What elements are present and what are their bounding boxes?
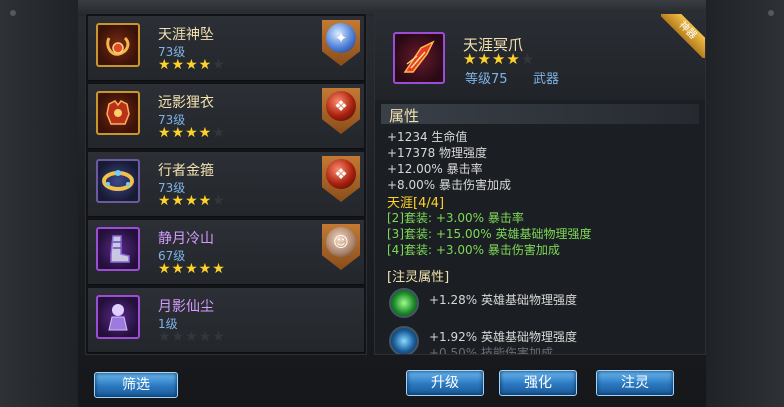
item-name: 行者金箍 xyxy=(158,163,214,179)
left-frame xyxy=(0,0,78,407)
hero-portrait-icon: ☺ xyxy=(326,227,356,257)
item-stars: ★★★★★ xyxy=(158,57,226,73)
gem-socket[interactable]: ❖ xyxy=(322,156,360,202)
list-item[interactable]: 远影狸衣 73级 ★★★★★ ❖ xyxy=(88,84,364,149)
item-name: 远影狸衣 xyxy=(158,95,214,111)
item-stars: ★★★★★ xyxy=(158,125,226,141)
list-item[interactable]: 月影仙尘 1级 ★★★★★ xyxy=(88,288,364,353)
item-level: 等级75 xyxy=(465,72,508,87)
figure-icon xyxy=(96,295,140,339)
attribute-line: +17378 物理强度 xyxy=(387,146,488,160)
blue-soul-gem-icon xyxy=(389,326,419,354)
set-bonus: [3]套装: +15.00% 英雄基础物理强度 xyxy=(387,227,592,241)
rarity-badge-label: 神器 xyxy=(661,14,705,58)
red-gem-icon: ❖ xyxy=(326,91,356,121)
item-name: 静月冷山 xyxy=(158,231,214,247)
green-soul-gem-icon xyxy=(389,288,419,318)
list-item[interactable]: 行者金箍 73级 ★★★★★ ❖ xyxy=(88,152,364,217)
attribute-line: +8.00% 暴击伤害加成 xyxy=(387,178,511,192)
attributes-title: 属性 xyxy=(389,107,420,125)
rivet xyxy=(10,10,16,16)
list-item[interactable]: 静月冷山 67级 ★★★★★ ☺ xyxy=(88,220,364,285)
filter-button[interactable]: 筛选 xyxy=(94,372,178,398)
inventory-list[interactable]: 天涯神坠 73级 ★★★★★ ✦ 远影狸衣 73级 ★★★★★ ❖ 行者金箍 7… xyxy=(85,13,367,355)
gem-socket[interactable]: ☺ xyxy=(322,224,360,270)
attribute-line: +12.00% 暴击率 xyxy=(387,162,483,176)
set-bonus: [2]套装: +3.00% 暴击率 xyxy=(387,211,524,225)
item-stars: ★★★★★ xyxy=(158,261,226,277)
item-stars: ★★★★★ xyxy=(158,329,226,345)
rivet xyxy=(768,10,774,16)
soul-attribute: +1.92% 英雄基础物理强度 xyxy=(429,330,577,344)
item-stars: ★★★★★ xyxy=(158,193,226,209)
soul-attribute: +0.50% 技能伤害加成 xyxy=(429,346,553,355)
attribute-line: +1234 生命值 xyxy=(387,130,468,144)
item-name: 天涯神坠 xyxy=(158,27,214,43)
gem-socket[interactable]: ✦ xyxy=(322,20,360,66)
item-detail-panel: 天涯冥爪 ★★★★★ 等级75 武器 神器 属性 +1234 生命值 +1737… xyxy=(374,13,706,355)
soul-attribute: +1.28% 英雄基础物理强度 xyxy=(429,293,577,307)
infuse-button[interactable]: 注灵 xyxy=(596,370,674,396)
red-gem-icon: ❖ xyxy=(326,159,356,189)
ring-icon xyxy=(96,159,140,203)
soul-attributes-title: [注灵属性] xyxy=(387,270,450,285)
claw-weapon-icon xyxy=(393,32,445,84)
upgrade-button[interactable]: 升级 xyxy=(406,370,484,396)
pendant-icon xyxy=(96,23,140,67)
list-item[interactable]: 天涯神坠 73级 ★★★★★ ✦ xyxy=(88,16,364,81)
item-stars: ★★★★★ xyxy=(463,50,536,68)
right-frame xyxy=(706,0,784,407)
blue-gem-icon: ✦ xyxy=(326,23,356,53)
armor-icon xyxy=(96,91,140,135)
set-bonus: [4]套装: +3.00% 暴击伤害加成 xyxy=(387,243,560,257)
boots-icon xyxy=(96,227,140,271)
attributes-header: 属性 xyxy=(381,104,699,125)
item-name: 月影仙尘 xyxy=(158,299,214,315)
gem-socket[interactable]: ❖ xyxy=(322,88,360,134)
enhance-button[interactable]: 强化 xyxy=(499,370,577,396)
rarity-badge: 神器 xyxy=(661,14,705,58)
item-type: 武器 xyxy=(533,72,560,87)
